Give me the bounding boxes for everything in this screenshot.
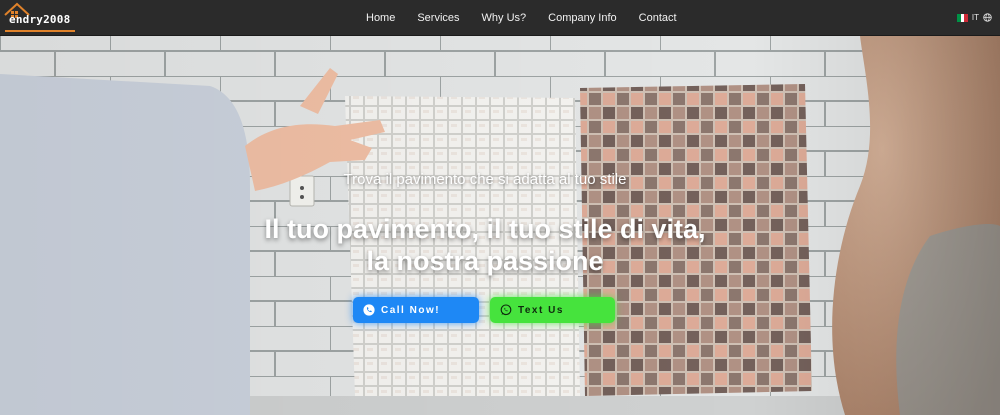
logo-underline <box>5 30 75 32</box>
whatsapp-icon <box>500 304 512 316</box>
call-now-button[interactable]: Call Now! <box>353 297 479 323</box>
globe-icon <box>983 13 992 22</box>
nav-link-why-us[interactable]: Why Us? <box>482 12 527 24</box>
phone-icon <box>363 304 375 316</box>
language-label: IT <box>971 13 979 22</box>
headline-line-2: la nostra passione <box>366 246 604 276</box>
hero-section: Trova il pavimento che si adatta al tuo … <box>0 36 1000 415</box>
top-navbar: endry2008 Home Services Why Us? Company … <box>0 0 1000 36</box>
logo-text: endry2008 <box>9 13 71 26</box>
hero-headline: Il tuo pavimento, il tuo stile di vita, … <box>0 213 985 277</box>
hero-tagline: Trova il pavimento che si adatta al tuo … <box>343 171 627 188</box>
main-nav: Home Services Why Us? Company Info Conta… <box>360 0 699 36</box>
nav-link-home[interactable]: Home <box>366 12 395 24</box>
text-us-button[interactable]: Text Us <box>490 297 615 323</box>
nav-link-company-info[interactable]: Company Info <box>548 12 616 24</box>
text-us-label: Text Us <box>518 304 564 316</box>
language-switcher[interactable]: IT <box>956 13 992 22</box>
nav-link-services[interactable]: Services <box>417 12 459 24</box>
italy-flag-icon <box>956 13 968 22</box>
headline-line-1: Il tuo pavimento, il tuo stile di vita, <box>264 214 706 244</box>
nav-link-contact[interactable]: Contact <box>639 12 677 24</box>
brand-logo[interactable]: endry2008 <box>3 2 75 33</box>
call-now-label: Call Now! <box>381 304 441 316</box>
